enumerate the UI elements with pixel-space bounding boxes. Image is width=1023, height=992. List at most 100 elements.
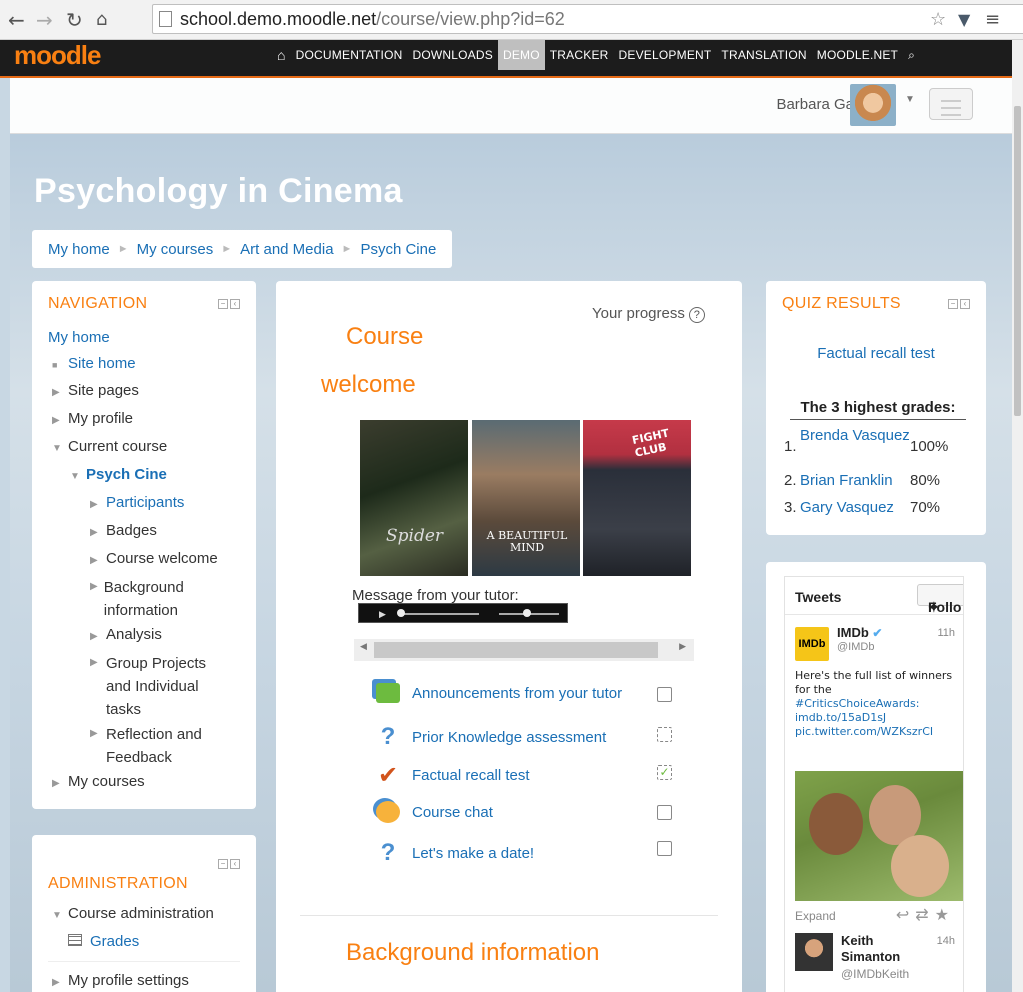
home-icon[interactable]: ⌂ — [96, 0, 107, 40]
breadcrumb-my-home[interactable]: My home — [48, 241, 110, 258]
nav-background-information[interactable]: Background information — [104, 576, 240, 622]
tweet-pic-link[interactable]: pic.twitter.com/WZKszrCI — [795, 725, 960, 739]
scroll-left-icon[interactable]: ◀ — [360, 641, 367, 652]
hamburger-menu-button[interactable] — [929, 88, 973, 120]
completion-checkbox[interactable] — [657, 805, 672, 820]
expand-arrow-icon[interactable]: ▶ — [52, 970, 68, 992]
menu-tracker[interactable]: TRACKER — [545, 40, 614, 70]
tweet-handle[interactable]: @IMDb — [837, 641, 874, 653]
audio-player[interactable]: ▶ — [358, 603, 568, 623]
collapse-icon[interactable]: − — [218, 299, 228, 309]
bookmark-star-icon[interactable]: ☆ — [930, 0, 946, 40]
seek-handle[interactable] — [397, 609, 405, 617]
activity-announcements[interactable]: Announcements from your tutor — [376, 683, 622, 703]
imdb-avatar[interactable]: IMDb — [795, 627, 829, 661]
reload-icon[interactable]: ↻ — [66, 0, 83, 40]
moodle-logo[interactable]: moodle — [14, 40, 101, 70]
collapse-arrow-icon[interactable]: ▼ — [52, 903, 68, 929]
completion-checkbox[interactable] — [657, 687, 672, 702]
activity-prior-knowledge[interactable]: ? Prior Knowledge assessment — [376, 723, 607, 751]
tweet-url-link[interactable]: imdb.to/15aD1sJ — [795, 711, 960, 725]
play-icon[interactable]: ▶ — [379, 609, 386, 620]
tweet-author[interactable]: IMDb ✔ — [837, 625, 882, 640]
admin-profile-settings[interactable]: My profile settings — [68, 972, 189, 989]
menu-downloads[interactable]: DOWNLOADS — [407, 40, 497, 70]
nav-current-course[interactable]: Current course — [68, 438, 167, 455]
tweet-time[interactable]: 14h — [937, 935, 955, 947]
breadcrumb-my-courses[interactable]: My courses — [137, 241, 214, 258]
menu-documentation[interactable]: DOCUMENTATION — [291, 40, 408, 70]
dock-icon[interactable]: ‹ — [230, 299, 240, 309]
collapse-arrow-icon[interactable]: ▼ — [70, 464, 86, 490]
nav-my-profile[interactable]: My profile — [68, 410, 133, 427]
forward-icon[interactable]: → — [36, 0, 53, 40]
activity-link[interactable]: Prior Knowledge assessment — [412, 729, 606, 746]
retweet-icon[interactable]: ⇄ — [915, 907, 934, 924]
nav-my-home[interactable]: My home — [48, 329, 110, 346]
nav-site-pages[interactable]: Site pages — [68, 382, 139, 399]
scroll-right-icon[interactable]: ▶ — [679, 641, 686, 652]
home-menu-icon[interactable]: ⌂ — [272, 40, 291, 70]
menu-translation[interactable]: TRANSLATION — [716, 40, 811, 70]
activity-link[interactable]: Announcements from your tutor — [412, 685, 622, 702]
favorite-icon[interactable]: ★ — [935, 907, 955, 924]
quiz-test-link[interactable]: Factual recall test — [766, 345, 986, 362]
menu-moodle-net[interactable]: MOODLE.NET — [812, 40, 903, 70]
expand-arrow-icon[interactable]: ▶ — [52, 380, 68, 406]
expand-arrow-icon[interactable]: ▶ — [90, 574, 104, 622]
nav-reflection-feedback[interactable]: Reflection and Feedback — [106, 723, 226, 769]
address-bar[interactable]: school.demo.moodle.net/course/view.php?i… — [152, 4, 1023, 34]
nav-analysis[interactable]: Analysis — [106, 626, 162, 643]
expand-arrow-icon[interactable]: ▶ — [90, 624, 106, 650]
expand-arrow-icon[interactable]: ▶ — [52, 771, 68, 797]
activity-link[interactable]: Factual recall test — [412, 767, 530, 784]
result-name[interactable]: Brian Franklin — [800, 472, 910, 489]
nav-psych-cine[interactable]: Psych Cine — [86, 466, 167, 483]
poster-beautiful-mind[interactable]: A BEAUTIFUL MIND — [472, 420, 580, 576]
menu-development[interactable]: DEVELOPMENT — [614, 40, 717, 70]
result-name[interactable]: Brenda Vasquez — [800, 425, 910, 469]
dock-icon[interactable]: ‹ — [230, 859, 240, 869]
reply-icon[interactable]: ↩ — [896, 907, 915, 924]
tweet-hashtag-link[interactable]: #CriticsChoiceAwards: — [795, 697, 960, 711]
completion-checkbox[interactable] — [657, 727, 672, 742]
scrollbar-thumb[interactable] — [374, 642, 658, 658]
tweet-photo[interactable] — [795, 771, 963, 901]
help-icon[interactable]: ? — [688, 307, 705, 323]
nav-site-home[interactable]: Site home — [68, 355, 136, 372]
expand-arrow-icon[interactable]: ▶ — [90, 548, 106, 574]
follow-button[interactable]: ✦ Follo — [917, 584, 963, 615]
nav-group-projects[interactable]: Group Projects and Individual tasks — [106, 652, 226, 721]
nav-badges[interactable]: Badges — [106, 522, 157, 539]
search-icon[interactable]: ⌕ — [903, 40, 920, 70]
poster-fight-club[interactable]: FIGHT CLUB — [583, 420, 691, 576]
keith-avatar[interactable] — [795, 933, 833, 971]
collapse-icon[interactable]: − — [218, 859, 228, 869]
menu-demo[interactable]: DEMO — [497, 40, 545, 70]
result-name[interactable]: Gary Vasquez — [800, 499, 910, 516]
admin-grades[interactable]: Grades — [90, 933, 139, 950]
avatar[interactable] — [850, 84, 896, 126]
activity-make-a-date[interactable]: ? Let's make a date! — [376, 839, 534, 867]
expand-arrow-icon[interactable]: ▶ — [90, 650, 106, 721]
completion-checkbox[interactable] — [657, 841, 672, 856]
pocket-icon[interactable]: ▼ — [958, 0, 970, 40]
expand-arrow-icon[interactable]: ▶ — [52, 408, 68, 434]
page-scrollbar[interactable] — [1012, 40, 1023, 992]
activity-link[interactable]: Let's make a date! — [412, 845, 534, 862]
breadcrumb-psych-cine[interactable]: Psych Cine — [360, 241, 436, 258]
completion-checkbox-checked[interactable]: ✓ — [657, 765, 672, 780]
nav-my-courses[interactable]: My courses — [68, 773, 145, 790]
page-scrollbar-thumb[interactable] — [1014, 106, 1021, 416]
nav-course-welcome[interactable]: Course welcome — [106, 550, 218, 567]
tweet-author[interactable]: Keith Simanton — [841, 933, 921, 965]
dock-icon[interactable]: ‹ — [960, 299, 970, 309]
horizontal-scrollbar[interactable]: ◀ ▶ — [354, 639, 694, 661]
collapse-arrow-icon[interactable]: ▼ — [52, 436, 68, 462]
tweet-handle[interactable]: @IMDbKeith — [841, 967, 909, 981]
expand-arrow-icon[interactable]: ▶ — [90, 721, 106, 769]
chevron-down-icon[interactable]: ▼ — [905, 94, 915, 105]
poster-spider[interactable]: Spider — [360, 420, 468, 576]
volume-handle[interactable] — [523, 609, 531, 617]
activity-course-chat[interactable]: Course chat — [376, 801, 493, 823]
